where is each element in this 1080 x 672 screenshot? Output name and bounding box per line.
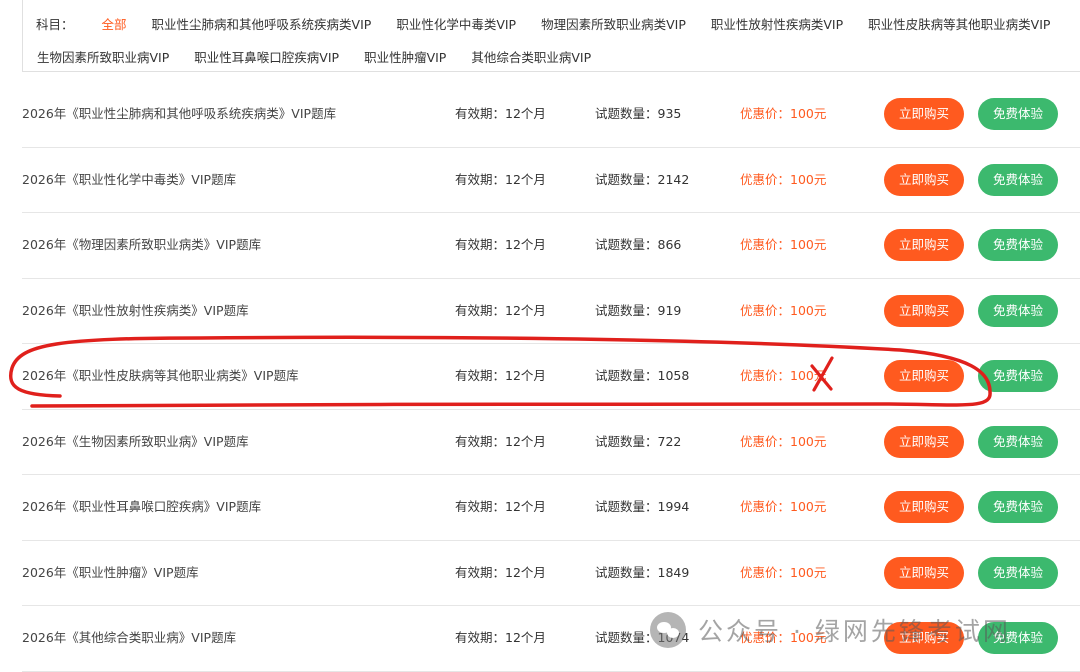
- product-question-count: 试题数量：1849: [595, 564, 690, 580]
- product-validity: 有效期：12个月: [455, 630, 546, 645]
- product-price: 优惠价：100元: [740, 564, 827, 580]
- product-validity: 有效期：12个月: [455, 106, 546, 121]
- product-row: 2026年《物理因素所致职业病类》VIP题库 有效期：12个月 试题数量：866…: [22, 213, 1080, 279]
- subject-dust-lung[interactable]: 职业性尘肺病和其他呼吸系统疾病类VIP: [152, 14, 372, 33]
- product-question-count: 试题数量：1074: [595, 630, 690, 645]
- product-title: 2026年《职业性放射性疾病类》VIP题库: [22, 302, 249, 318]
- free-trial-button[interactable]: 免费体验: [978, 360, 1058, 392]
- buy-now-button[interactable]: 立即购买: [884, 622, 964, 654]
- free-trial-button[interactable]: 免费体验: [978, 491, 1058, 523]
- product-price: 优惠价：100元: [740, 433, 827, 449]
- product-validity: 有效期：12个月: [455, 237, 546, 252]
- free-trial-button[interactable]: 免费体验: [978, 163, 1058, 196]
- subject-skin[interactable]: 职业性皮肤病等其他职业病类VIP: [868, 14, 1050, 33]
- subject-row-2: 生物因素所致职业病VIP 职业性耳鼻喉口腔疾病VIP 职业性肿瘤VIP 其他综合…: [23, 39, 616, 73]
- product-question-count: 试题数量：866: [595, 237, 682, 252]
- buy-now-button[interactable]: 立即购买: [884, 491, 964, 523]
- product-row: 2026年《职业性肿瘤》VIP题库 有效期：12个月 试题数量：1849 优惠价…: [22, 541, 1080, 606]
- buy-now-button[interactable]: 立即购买: [884, 98, 964, 130]
- product-list: 2026年《职业性尘肺病和其他呼吸系统疾病类》VIP题库 有效期：12个月 试题…: [22, 82, 1080, 672]
- buy-now-button[interactable]: 立即购买: [884, 294, 964, 327]
- product-question-count: 试题数量：935: [595, 106, 682, 121]
- free-trial-button[interactable]: 免费体验: [978, 556, 1058, 589]
- subject-tumor[interactable]: 职业性肿瘤VIP: [364, 47, 446, 66]
- buy-now-button[interactable]: 立即购买: [884, 229, 964, 261]
- product-question-count: 试题数量：919: [595, 302, 682, 318]
- product-price: 优惠价：100元: [740, 499, 827, 514]
- product-row: 2026年《职业性尘肺病和其他呼吸系统疾病类》VIP题库 有效期：12个月 试题…: [22, 82, 1080, 148]
- free-trial-button[interactable]: 免费体验: [978, 98, 1058, 130]
- product-price: 优惠价：100元: [740, 237, 827, 252]
- product-row: 2026年《生物因素所致职业病》VIP题库 有效期：12个月 试题数量：722 …: [22, 410, 1080, 475]
- free-trial-button[interactable]: 免费体验: [978, 622, 1058, 654]
- buy-now-button[interactable]: 立即购买: [884, 360, 964, 392]
- product-title: 2026年《职业性耳鼻喉口腔疾病》VIP题库: [22, 499, 262, 514]
- subject-filter-bar: 科目： 全部 职业性尘肺病和其他呼吸系统疾病类VIP 职业性化学中毒类VIP 物…: [22, 0, 1080, 72]
- buy-now-button[interactable]: 立即购买: [884, 556, 964, 589]
- product-row: 2026年《职业性化学中毒类》VIP题库 有效期：12个月 试题数量：2142 …: [22, 148, 1080, 213]
- product-validity: 有效期：12个月: [455, 564, 546, 580]
- product-question-count: 试题数量：722: [595, 433, 682, 449]
- product-price: 优惠价：100元: [740, 302, 827, 318]
- product-title: 2026年《职业性肿瘤》VIP题库: [22, 564, 199, 580]
- product-title: 2026年《其他综合类职业病》VIP题库: [22, 630, 237, 645]
- product-validity: 有效期：12个月: [455, 171, 546, 187]
- subject-ent[interactable]: 职业性耳鼻喉口腔疾病VIP: [194, 47, 339, 66]
- product-title: 2026年《生物因素所致职业病》VIP题库: [22, 433, 249, 449]
- buy-now-button[interactable]: 立即购买: [884, 163, 964, 196]
- free-trial-button[interactable]: 免费体验: [978, 425, 1058, 458]
- subject-radiation[interactable]: 职业性放射性疾病类VIP: [711, 14, 843, 33]
- subject-row-1: 科目： 全部 职业性尘肺病和其他呼吸系统疾病类VIP 职业性化学中毒类VIP 物…: [23, 6, 1075, 40]
- buy-now-button[interactable]: 立即购买: [884, 425, 964, 458]
- product-row: 2026年《职业性皮肤病等其他职业病类》VIP题库 有效期：12个月 试题数量：…: [22, 344, 1080, 410]
- product-title: 2026年《职业性皮肤病等其他职业病类》VIP题库: [22, 368, 299, 383]
- subject-physical[interactable]: 物理因素所致职业病类VIP: [541, 14, 686, 33]
- product-price: 优惠价：100元: [740, 630, 827, 645]
- product-title: 2026年《职业性化学中毒类》VIP题库: [22, 171, 237, 187]
- free-trial-button[interactable]: 免费体验: [978, 229, 1058, 261]
- product-question-count: 试题数量：2142: [595, 171, 690, 187]
- subject-other[interactable]: 其他综合类职业病VIP: [471, 47, 591, 66]
- subject-chemical[interactable]: 职业性化学中毒类VIP: [396, 14, 516, 33]
- product-row: 2026年《职业性耳鼻喉口腔疾病》VIP题库 有效期：12个月 试题数量：199…: [22, 475, 1080, 541]
- product-title: 2026年《物理因素所致职业病类》VIP题库: [22, 237, 262, 252]
- product-validity: 有效期：12个月: [455, 433, 546, 449]
- product-validity: 有效期：12个月: [455, 368, 546, 383]
- product-question-count: 试题数量：1058: [595, 368, 690, 383]
- subject-biological[interactable]: 生物因素所致职业病VIP: [37, 47, 169, 66]
- product-question-count: 试题数量：1994: [595, 499, 690, 514]
- product-price: 优惠价：100元: [740, 368, 827, 383]
- product-validity: 有效期：12个月: [455, 302, 546, 318]
- product-row: 2026年《职业性放射性疾病类》VIP题库 有效期：12个月 试题数量：919 …: [22, 279, 1080, 344]
- product-title: 2026年《职业性尘肺病和其他呼吸系统疾病类》VIP题库: [22, 106, 337, 121]
- free-trial-button[interactable]: 免费体验: [978, 294, 1058, 327]
- subject-label: 科目：: [36, 16, 74, 32]
- product-price: 优惠价：100元: [740, 106, 827, 121]
- product-validity: 有效期：12个月: [455, 499, 546, 514]
- product-price: 优惠价：100元: [740, 171, 827, 187]
- subject-all[interactable]: 全部: [102, 14, 127, 33]
- product-row: 2026年《其他综合类职业病》VIP题库 有效期：12个月 试题数量：1074 …: [22, 606, 1080, 672]
